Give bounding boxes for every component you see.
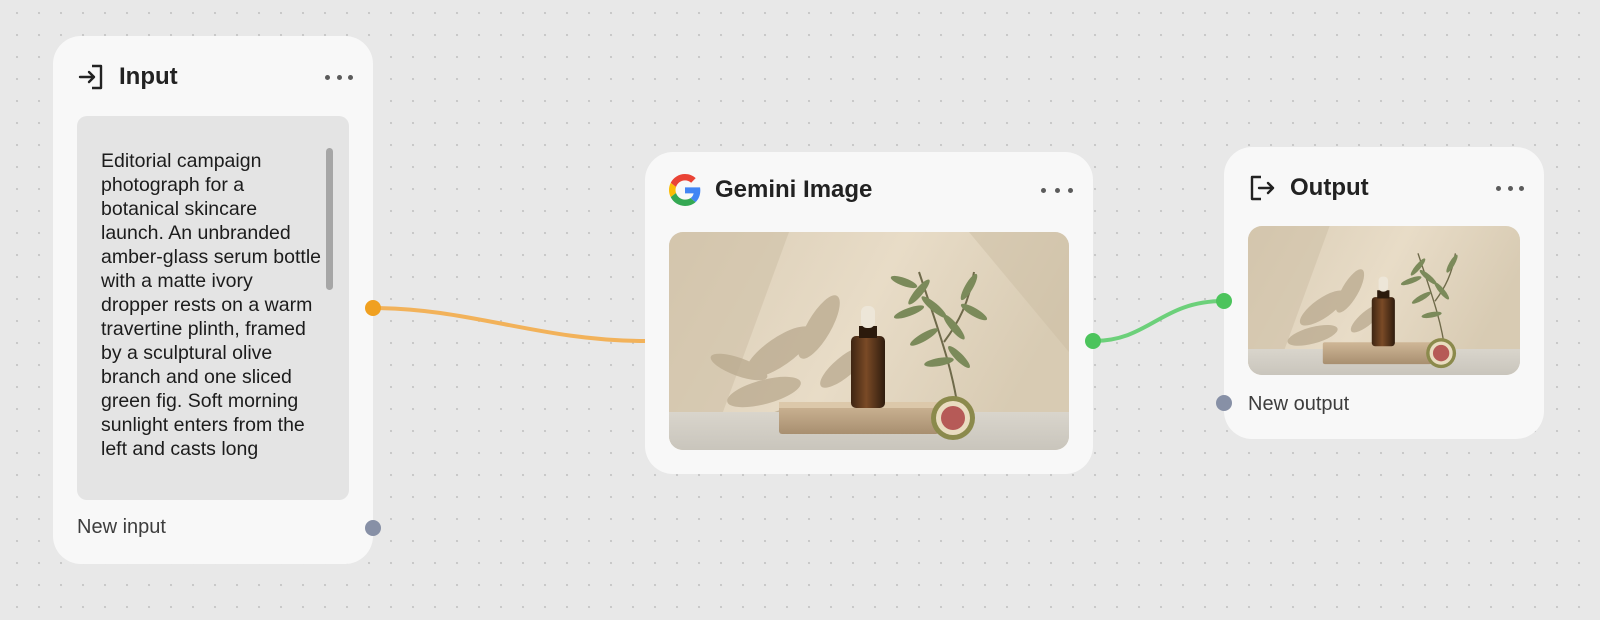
input-node[interactable]: Input Editorial campaign photograph for … — [53, 36, 373, 564]
output-node-header[interactable]: Output — [1248, 171, 1524, 205]
output-node-title: Output — [1290, 174, 1369, 201]
serum-bottle-thumbnail — [1248, 226, 1520, 375]
google-g-icon — [669, 174, 701, 206]
gemini-image-node[interactable]: Gemini Image — [645, 152, 1093, 474]
input-output-port[interactable] — [365, 300, 381, 316]
output-input-port[interactable] — [1216, 293, 1232, 309]
input-node-title: Input — [119, 63, 178, 90]
gemini-node-header[interactable]: Gemini Image — [669, 173, 1073, 207]
input-port-label: New input — [77, 516, 166, 538]
output-image[interactable] — [1248, 226, 1520, 375]
new-input-port[interactable] — [365, 520, 381, 536]
output-node-menu-button[interactable] — [1496, 178, 1524, 198]
prompt-scrollbar[interactable] — [326, 148, 333, 290]
new-output-port[interactable] — [1216, 395, 1232, 411]
input-node-header[interactable]: Input — [77, 60, 353, 94]
gemini-output-port[interactable] — [1085, 333, 1101, 349]
prompt-textarea[interactable]: Editorial campaign photograph for a bota… — [77, 116, 349, 500]
output-port-label: New output — [1248, 393, 1350, 415]
output-node[interactable]: Output New output — [1224, 147, 1544, 439]
gemini-node-menu-button[interactable] — [1041, 180, 1073, 200]
wire-input-to-gemini — [372, 306, 646, 343]
generated-image[interactable] — [669, 232, 1069, 450]
prompt-text: Editorial campaign photograph for a bota… — [101, 150, 322, 460]
wire-gemini-to-output — [1092, 299, 1225, 343]
logout-arrow-icon — [1250, 175, 1275, 201]
input-node-menu-button[interactable] — [325, 67, 353, 87]
login-arrow-icon — [78, 64, 103, 90]
gemini-node-title: Gemini Image — [715, 176, 873, 203]
serum-bottle-photo — [669, 232, 1069, 450]
